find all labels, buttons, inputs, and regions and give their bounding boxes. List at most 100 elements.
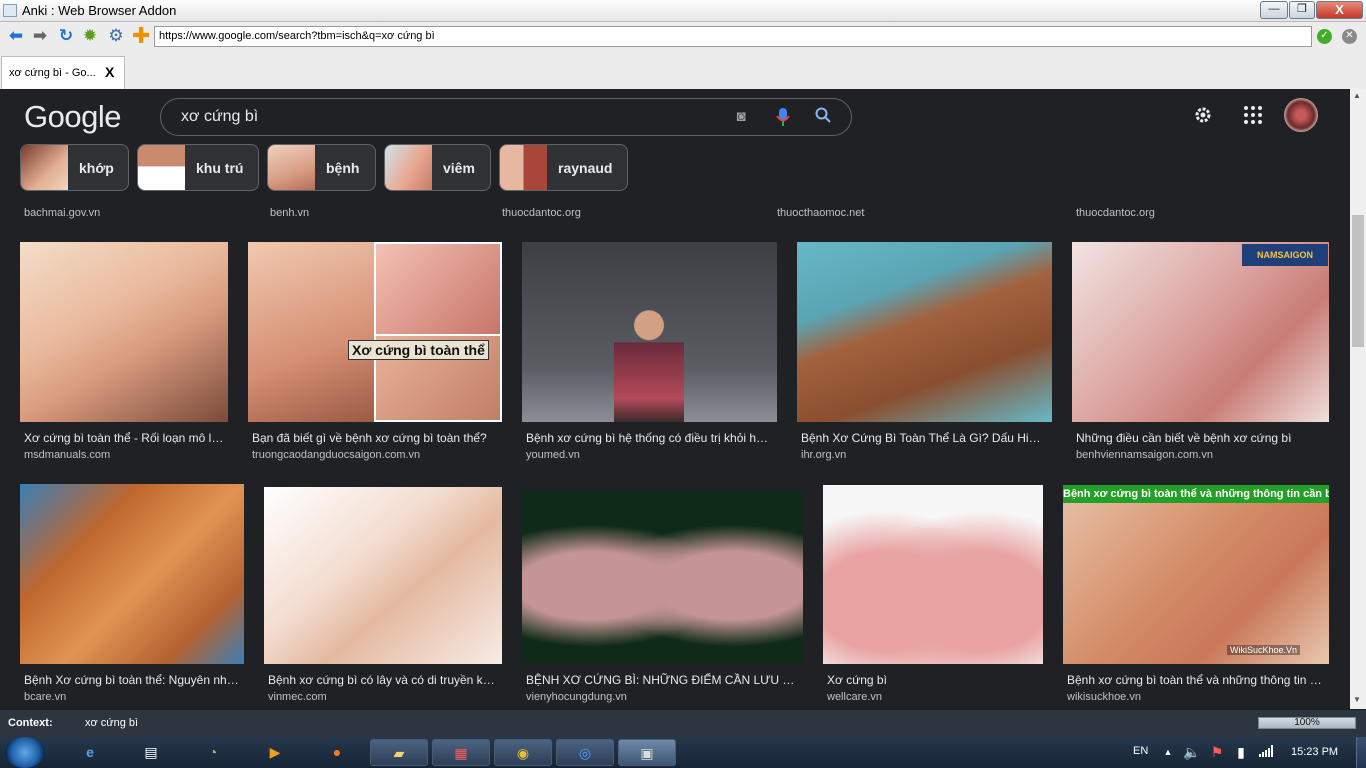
result-caption[interactable]: Xơ cứng bì toàn thể - Rối loạn mô liên k… <box>24 431 224 445</box>
result-source[interactable]: thuocthaomoc.net <box>777 207 864 219</box>
result-source[interactable]: thuocdantoc.org <box>502 207 581 219</box>
reload-icon[interactable]: ↻ <box>57 27 75 47</box>
search-input[interactable]: xơ cứng bì <box>181 108 258 126</box>
anki-icon: ▦ <box>454 745 468 761</box>
taskbar-zalo[interactable]: ◎ <box>556 739 614 766</box>
camera-icon[interactable]: ◙ <box>731 107 751 127</box>
result-source[interactable]: benhviennamsaigon.com.vn <box>1076 449 1213 461</box>
close-window-button[interactable]: X <box>1316 1 1363 19</box>
app-swirl-icon[interactable]: ◔ <box>203 742 223 762</box>
chip-thumbnail <box>385 145 432 190</box>
chip-label: khớp <box>79 160 114 176</box>
chip-viem[interactable]: viêm <box>384 144 491 191</box>
chip-label: raynaud <box>558 160 613 176</box>
windows-taskbar: e ▤ ◔ ▶ ● ▰ ▦ ◉ ◎ ▣ EN ▲ 🔈 ⚑ ▮ 15:23 PM <box>0 737 1366 768</box>
account-avatar[interactable] <box>1284 98 1318 132</box>
result-source[interactable]: benh.vn <box>270 207 309 219</box>
search-box[interactable]: xơ cứng bì ◙ <box>160 98 852 136</box>
result-image[interactable] <box>823 485 1043 664</box>
firefox-icon[interactable]: ● <box>327 742 347 762</box>
result-caption[interactable]: Bệnh xơ cứng bì toàn thể và những thông … <box>1067 673 1325 687</box>
minimize-button[interactable]: — <box>1260 1 1288 19</box>
result-image[interactable] <box>20 484 244 664</box>
hospital-logo: NAMSAIGON <box>1242 244 1328 266</box>
taskbar-explorer[interactable]: ▰ <box>370 739 428 766</box>
result-image[interactable]: NAMSAIGON <box>1072 242 1329 422</box>
result-source[interactable]: wellcare.vn <box>827 691 882 703</box>
maximize-button[interactable]: ❐ <box>1289 1 1315 19</box>
result-image[interactable] <box>264 487 502 664</box>
power-icon[interactable]: ▮ <box>1231 742 1251 762</box>
result-image[interactable] <box>522 490 803 664</box>
add-plus-icon[interactable]: ✚ <box>132 25 150 47</box>
flag-icon[interactable]: ⚑ <box>1207 742 1227 762</box>
result-image[interactable]: Xơ cứng bì toàn thể <box>248 242 502 422</box>
chip-thumbnail <box>21 145 68 190</box>
result-source[interactable]: vienyhocungdung.vn <box>526 691 627 703</box>
secure-check-icon[interactable]: ✓ <box>1317 29 1332 44</box>
result-caption[interactable]: Bệnh xơ cứng bì có lây và có di truyền k… <box>268 673 498 687</box>
browser-tab[interactable]: xơ cứng bì - Go... X <box>1 56 125 89</box>
network-signal-icon[interactable] <box>1256 742 1276 762</box>
scrollbar-thumb[interactable] <box>1352 215 1364 347</box>
zoom-indicator[interactable]: 100% <box>1258 717 1356 729</box>
start-button[interactable] <box>5 737 45 768</box>
result-caption[interactable]: Xơ cứng bì <box>827 673 1039 687</box>
result-source[interactable]: bcare.vn <box>24 691 66 703</box>
gear-icon[interactable] <box>1192 104 1214 126</box>
result-caption[interactable]: BỆNH XƠ CỨNG BÌ: NHỮNG ĐIỂM CẦN LƯU Ý | … <box>526 673 798 687</box>
result-image[interactable] <box>522 242 777 422</box>
search-icon[interactable] <box>813 107 833 127</box>
result-caption[interactable]: Bệnh Xơ cứng bì toàn thể: Nguyên nhân, t… <box>24 673 240 687</box>
clock[interactable]: 15:23 PM <box>1291 746 1338 758</box>
result-source[interactable]: wikisuckhoe.vn <box>1067 691 1141 703</box>
google-logo[interactable]: Google <box>24 99 121 135</box>
internet-explorer-icon[interactable]: e <box>80 742 100 762</box>
app-icon <box>3 4 17 17</box>
apps-grid-icon[interactable] <box>1243 105 1263 125</box>
result-caption[interactable]: Bạn đã biết gì về bệnh xơ cứng bì toàn t… <box>252 431 498 445</box>
result-image[interactable] <box>20 242 228 422</box>
result-caption[interactable]: Bệnh Xơ Cứng Bì Toàn Thể Là Gì? Dấu Hiệu… <box>801 431 1047 445</box>
result-source[interactable]: vinmec.com <box>268 691 327 703</box>
chip-khop[interactable]: khớp <box>20 144 129 191</box>
language-indicator[interactable]: EN <box>1133 745 1148 757</box>
result-source[interactable]: truongcaodangduocsaigon.com.vn <box>252 449 420 461</box>
result-source[interactable]: msdmanuals.com <box>24 449 110 461</box>
show-desktop-button[interactable] <box>1356 737 1366 768</box>
result-source[interactable]: youmed.vn <box>526 449 580 461</box>
taskbar-anki[interactable]: ▦ <box>432 739 490 766</box>
scroll-down-icon[interactable]: ▼ <box>1353 695 1361 704</box>
url-input[interactable]: https://www.google.com/search?tbm=isch&q… <box>154 26 1312 47</box>
tab-close-icon[interactable]: X <box>105 64 114 80</box>
image-overlay-text: Xơ cứng bì toàn thể <box>348 340 489 360</box>
settings-gear-icon[interactable]: ✹ <box>81 27 99 47</box>
result-source[interactable]: bachmai.gov.vn <box>24 207 100 219</box>
google-header: Google xơ cứng bì ◙ khớp khu trú bệnh vi… <box>0 89 1350 201</box>
media-player-icon[interactable]: ▶ <box>265 742 285 762</box>
chip-benh[interactable]: bệnh <box>267 144 376 191</box>
result-source[interactable]: thuocdantoc.org <box>1076 207 1155 219</box>
show-hidden-icons[interactable]: ▲ <box>1158 742 1178 762</box>
scroll-up-icon[interactable]: ▲ <box>1353 91 1361 100</box>
chip-khu-tru[interactable]: khu trú <box>137 144 259 191</box>
taskbar-chrome[interactable]: ◉ <box>494 739 552 766</box>
result-caption[interactable]: Bệnh xơ cứng bì hệ thống có điều trị khỏ… <box>526 431 772 445</box>
vertical-scrollbar[interactable]: ▲ ▼ <box>1350 89 1366 709</box>
result-image[interactable]: Bệnh xơ cứng bì toàn thể và những thông … <box>1063 485 1329 664</box>
chip-label: khu trú <box>196 160 244 176</box>
taskbar-browser-addon[interactable]: ▣ <box>618 739 676 766</box>
calculator-icon[interactable]: ▤ <box>141 742 161 762</box>
volume-icon[interactable]: 🔈 <box>1182 742 1202 762</box>
forward-arrow-icon[interactable]: ➡ <box>31 27 49 47</box>
result-image[interactable] <box>797 242 1052 422</box>
chip-raynaud[interactable]: raynaud <box>499 144 628 191</box>
result-caption[interactable]: Những điều cần biết về bệnh xơ cứng bì <box>1076 431 1326 445</box>
result-source[interactable]: ihr.org.vn <box>801 449 846 461</box>
stop-icon[interactable]: ✕ <box>1342 29 1357 44</box>
microphone-icon[interactable] <box>773 107 793 127</box>
chip-label: viêm <box>443 160 475 176</box>
back-arrow-icon[interactable]: ⬅ <box>7 27 25 47</box>
share-icon[interactable]: ⚙ <box>107 27 125 47</box>
chip-thumbnail <box>138 145 185 190</box>
